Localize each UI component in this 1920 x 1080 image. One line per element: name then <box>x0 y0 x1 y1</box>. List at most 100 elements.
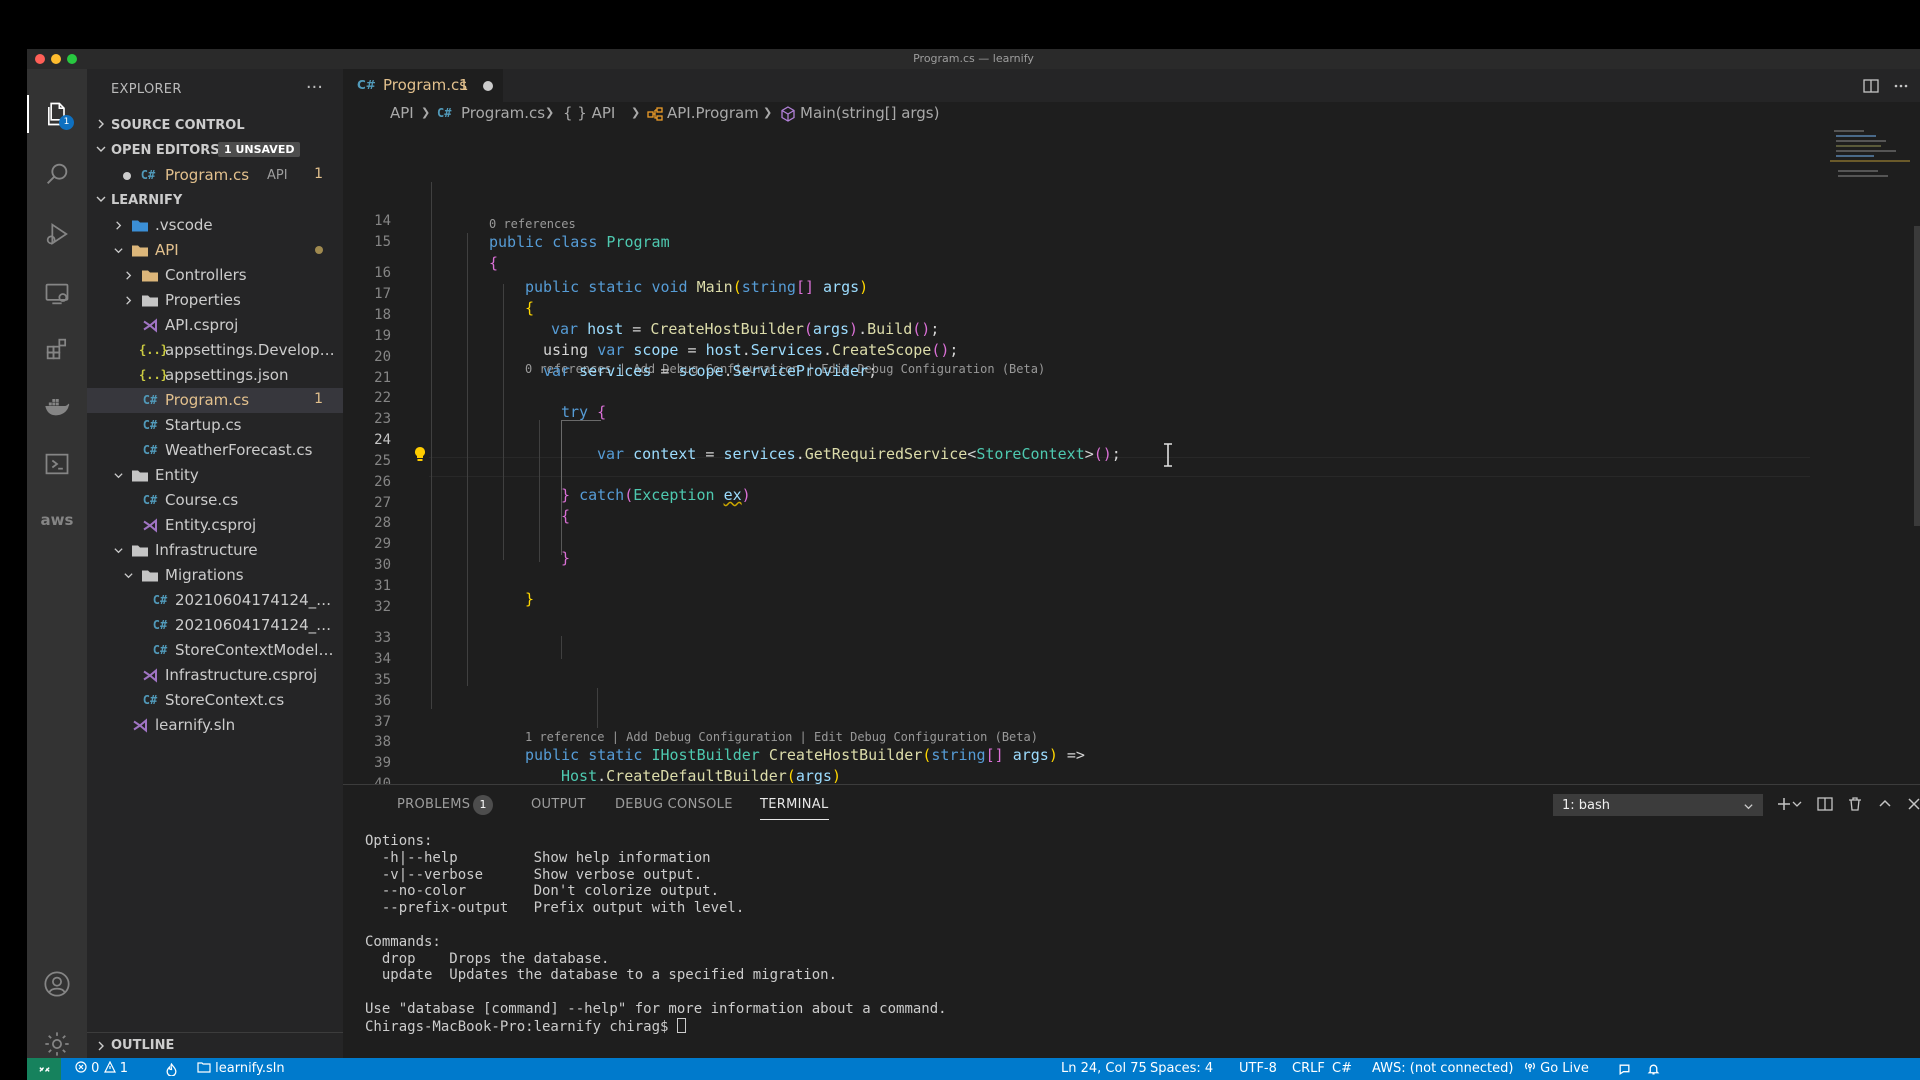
tree-item-weatherforecast-cs[interactable]: C# WeatherForecast.cs <box>87 438 343 463</box>
terminal-activity[interactable] <box>27 439 87 489</box>
tree-item-infrastructure-csproj[interactable]: Infrastructure.csproj <box>87 663 343 688</box>
vscode-window: Program.cs — learnify 1 aws EXPLORER ···… <box>27 49 1920 1080</box>
breadcrumb-item-class[interactable]: API.Program <box>667 104 759 122</box>
cursor-position[interactable]: Ln 24, Col 75 <box>1061 1061 1147 1076</box>
account-activity[interactable] <box>27 959 87 1009</box>
tree-item-entity-csproj[interactable]: Entity.csproj <box>87 513 343 538</box>
csharp-file-icon: C# <box>142 443 158 457</box>
chevron-down-icon <box>114 548 123 554</box>
tree-item-store-context-model-snapshot[interactable]: C# StoreContextModelS... <box>87 638 343 663</box>
split-terminal-icon[interactable] <box>1816 795 1834 813</box>
encoding[interactable]: UTF-8 <box>1239 1061 1277 1076</box>
code-lens-host-builder[interactable]: 1 reference | Add Debug Configuration | … <box>525 730 1038 744</box>
tree-item-startup-cs[interactable]: C# Startup.cs <box>87 413 343 438</box>
code-editor[interactable]: 14 15 16 17 18 19 20 21 22 23 24 25 26 2… <box>343 126 1920 784</box>
line-number: 32 <box>374 599 391 615</box>
remote-explorer-activity[interactable] <box>27 269 87 319</box>
tree-item-program-cs[interactable]: C# Program.cs 1 <box>87 388 343 413</box>
tree-item-label: Infrastructure <box>155 541 258 559</box>
unsaved-dot-icon[interactable] <box>483 81 493 91</box>
tree-item-controllers[interactable]: Controllers <box>87 263 343 288</box>
tree-item-properties[interactable]: Properties <box>87 288 343 313</box>
tree-item-api[interactable]: API <box>87 238 343 263</box>
chevron-up-icon[interactable] <box>1876 795 1894 813</box>
tab-problems[interactable]: PROBLEMS <box>397 797 470 812</box>
breadcrumb-item-api[interactable]: API <box>390 104 414 122</box>
open-editor-item[interactable]: C# Program.cs API 1 <box>87 163 343 188</box>
line-endings[interactable]: CRLF <box>1292 1061 1325 1076</box>
trash-icon[interactable] <box>1846 795 1864 813</box>
code-lens-class[interactable]: 0 references <box>489 217 576 231</box>
line-number: 21 <box>374 370 391 386</box>
indentation[interactable]: Spaces: 4 <box>1150 1061 1213 1076</box>
explorer-sidebar: EXPLORER ··· SOURCE CONTROL OPEN EDITORS… <box>87 69 343 1058</box>
solution-status[interactable]: learnify.sln <box>197 1061 285 1076</box>
tree-item-api-csproj[interactable]: API.csproj <box>87 313 343 338</box>
tree-item-label: WeatherForecast.cs <box>165 441 313 459</box>
tree-item-course-cs[interactable]: C# Course.cs <box>87 488 343 513</box>
line-number: 28 <box>374 515 391 531</box>
tab-terminal[interactable]: TERMINAL <box>760 797 829 820</box>
remote-indicator[interactable] <box>27 1058 61 1080</box>
docker-activity[interactable] <box>27 381 87 431</box>
go-live-button[interactable]: Go Live <box>1524 1061 1589 1076</box>
tab-program-cs[interactable]: C# Program.cs 1 <box>343 69 503 102</box>
tree-item-migrations[interactable]: Migrations <box>87 563 343 588</box>
line-number: 29 <box>374 536 391 552</box>
activity-bar: 1 aws <box>27 69 87 1058</box>
tab-output[interactable]: OUTPUT <box>531 797 586 812</box>
language-mode[interactable]: C# <box>1332 1061 1352 1076</box>
tree-item-learnify-sln[interactable]: learnify.sln <box>87 713 343 738</box>
tab-debug-console[interactable]: DEBUG CONSOLE <box>615 797 733 812</box>
chevron-right-icon <box>116 221 122 230</box>
unsaved-dot-icon[interactable] <box>123 172 131 180</box>
source-control-section[interactable]: SOURCE CONTROL <box>87 114 343 138</box>
line-number: 16 <box>374 265 391 281</box>
tree-item-store-context-cs[interactable]: C# StoreContext.cs <box>87 688 343 713</box>
editor-scrollbar[interactable] <box>1914 226 1920 526</box>
breadcrumb-item-namespace[interactable]: { } API <box>563 104 615 122</box>
chevron-down-icon[interactable] <box>1791 795 1803 813</box>
breadcrumb-item-method[interactable]: Main(string[] args) <box>800 104 939 122</box>
lightbulb-icon[interactable] <box>413 446 427 462</box>
run-debug-activity[interactable] <box>27 209 87 259</box>
open-editors-section[interactable]: OPEN EDITORS 1 UNSAVED <box>87 139 343 163</box>
class-symbol-icon <box>647 107 663 121</box>
tree-item-migration-1[interactable]: C# 20210604174124_fir... <box>87 588 343 613</box>
close-icon[interactable] <box>1905 795 1920 813</box>
csharp-file-icon: C# <box>142 693 158 707</box>
error-icon <box>75 1061 87 1073</box>
line-number: 15 <box>374 234 391 250</box>
line-number: 24 <box>374 432 391 448</box>
explorer-more-icon[interactable]: ··· <box>306 77 323 98</box>
terminal-output[interactable]: Options: -h|--help Show help information… <box>365 833 947 1036</box>
tree-item-vscode[interactable]: .vscode <box>87 213 343 238</box>
explorer-activity[interactable]: 1 <box>27 89 87 139</box>
tree-item-appsettings[interactable]: {..} appsettings.json <box>87 363 343 388</box>
tab-problem-count: 1 <box>459 76 469 94</box>
more-actions-icon[interactable] <box>1892 77 1910 95</box>
breadcrumb-item-program-cs[interactable]: Program.cs <box>461 104 545 122</box>
error-count: 0 <box>91 1061 100 1076</box>
editor-tab-bar: C# Program.cs 1 <box>343 69 1920 102</box>
search-activity[interactable] <box>27 149 87 199</box>
minimap[interactable] <box>1830 126 1910 206</box>
code-line-22: try { <box>561 403 607 421</box>
problems-status[interactable]: 0 1 <box>75 1060 128 1076</box>
csproj-file-icon <box>143 668 157 683</box>
feedback-icon[interactable] <box>1618 1063 1631 1076</box>
tree-item-migration-2[interactable]: C# 20210604174124_fir... <box>87 613 343 638</box>
learnify-project-section[interactable]: LEARNIFY <box>87 189 343 213</box>
outline-section[interactable]: OUTLINE <box>87 1032 343 1058</box>
extensions-activity[interactable] <box>27 324 87 374</box>
flame-icon[interactable] <box>165 1063 178 1076</box>
terminal-select[interactable]: 1: bash <box>1553 794 1763 816</box>
tree-item-entity[interactable]: Entity <box>87 463 343 488</box>
split-editor-icon[interactable] <box>1862 77 1880 95</box>
project-label: LEARNIFY <box>111 193 183 208</box>
notifications-bell-icon[interactable] <box>1647 1063 1660 1076</box>
tree-item-infrastructure[interactable]: Infrastructure <box>87 538 343 563</box>
aws-activity[interactable]: aws <box>27 495 87 545</box>
aws-connection[interactable]: AWS: (not connected) <box>1372 1061 1513 1076</box>
tree-item-appsettings-dev[interactable]: {..} appsettings.Developm... <box>87 338 343 363</box>
